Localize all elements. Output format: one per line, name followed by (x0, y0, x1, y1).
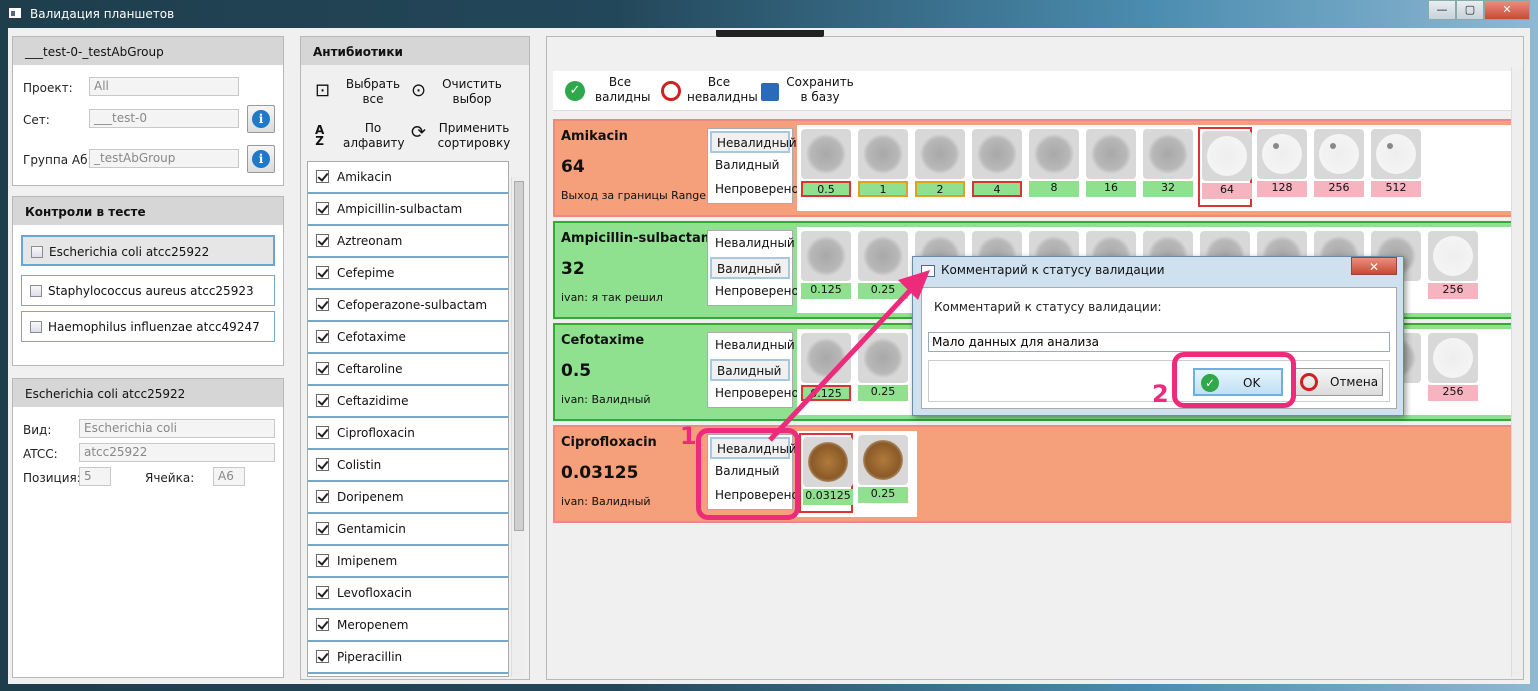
app-window: Валидация планшетов — ▢ ✕ ___test-0-_tes… (0, 0, 1538, 691)
annotation-arrow (768, 270, 930, 442)
